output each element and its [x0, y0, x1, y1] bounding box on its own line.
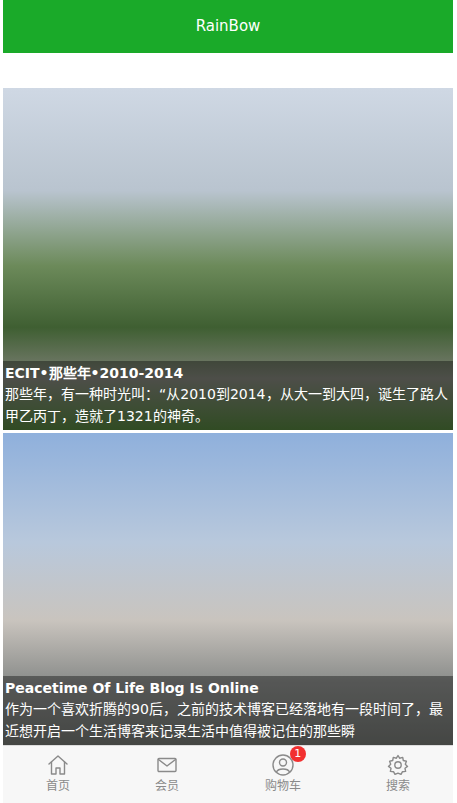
post-title[interactable]: Peacetime Of Life Blog Is Online: [5, 678, 451, 698]
gear-icon: [386, 753, 410, 777]
tab-label: 搜索: [386, 777, 410, 795]
tab-item[interactable]: 会员: [113, 746, 223, 803]
post-card[interactable]: Peacetime Of Life Blog Is Online作为一个喜欢折腾…: [3, 433, 453, 745]
post-excerpt: 作为一个喜欢折腾的90后，之前的技术博客已经落地有一段时间了，最近想开启一个生活…: [5, 698, 451, 742]
post-card[interactable]: ECIT•那些年•2010-2014那些年，有一种时光叫：“从2010到2014…: [3, 88, 453, 430]
post-excerpt: 那些年，有一种时光叫：“从2010到2014，从大一到大四，诞生了路人甲乙丙丁，…: [5, 383, 451, 427]
tab-bar: 首页 会员 1 购物车 搜索: [3, 745, 453, 803]
home-icon: [46, 753, 70, 777]
post-title[interactable]: ECIT•那些年•2010-2014: [5, 363, 451, 383]
tab-item[interactable]: 1 购物车: [222, 746, 344, 803]
tab-item[interactable]: 搜索: [344, 746, 454, 803]
cart-count-badge: 1: [290, 746, 306, 762]
tab-label: 首页: [46, 777, 70, 795]
post-caption: ECIT•那些年•2010-2014那些年，有一种时光叫：“从2010到2014…: [3, 361, 453, 430]
envelope-icon: [155, 753, 179, 777]
app-title: RainBow: [196, 15, 261, 38]
post-list: ECIT•那些年•2010-2014那些年，有一种时光叫：“从2010到2014…: [3, 53, 453, 745]
app: RainBow ECIT•那些年•2010-2014那些年，有一种时光叫：“从20…: [0, 0, 457, 803]
tab-label: 购物车: [265, 777, 301, 795]
tab-label: 会员: [155, 777, 179, 795]
tab-item[interactable]: 首页: [3, 746, 113, 803]
top-bar: RainBow: [3, 0, 453, 53]
post-caption: Peacetime Of Life Blog Is Online作为一个喜欢折腾…: [3, 676, 453, 745]
